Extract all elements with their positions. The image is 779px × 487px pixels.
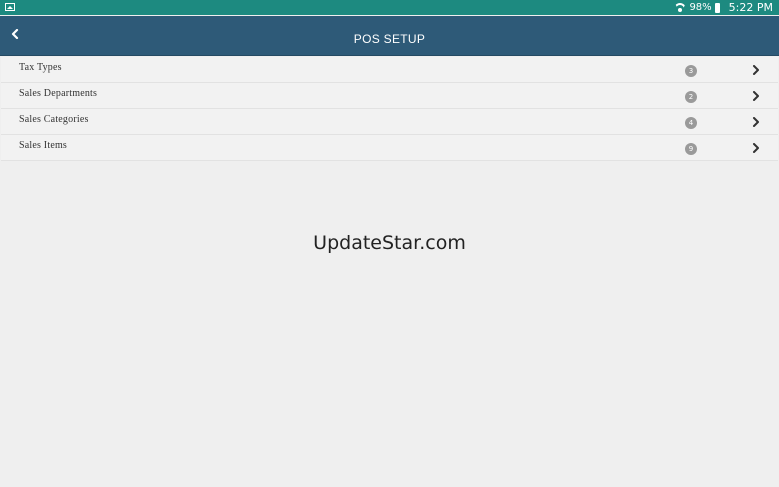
status-indicators: 98% 5:22 PM	[674, 1, 773, 14]
clock: 5:22 PM	[728, 1, 773, 14]
menu-item-tax-types[interactable]: Tax Types 3	[1, 57, 778, 83]
count-badge: 3	[685, 65, 697, 77]
menu-item-sales-items[interactable]: Sales Items 9	[1, 135, 778, 161]
page-title: POS SETUP	[353, 32, 426, 46]
watermark: UpdateStar.com	[313, 232, 466, 254]
menu-item-label: Sales Departments	[19, 88, 98, 99]
status-bar: 98% 5:22 PM	[0, 0, 779, 15]
chevron-right-icon	[753, 143, 759, 153]
pos-setup-menu: Tax Types 3 Sales Departments 2 Sales Ca…	[1, 57, 778, 161]
chevron-right-icon	[753, 65, 759, 75]
chevron-right-icon	[753, 91, 759, 101]
count-badge: 2	[685, 91, 697, 103]
back-button[interactable]	[6, 25, 24, 43]
menu-item-label: Sales Items	[19, 140, 68, 151]
menu-item-sales-categories[interactable]: Sales Categories 4	[1, 109, 778, 135]
battery-percentage: 98%	[689, 2, 712, 13]
menu-item-sales-departments[interactable]: Sales Departments 2	[1, 83, 778, 109]
image-notification-icon	[5, 3, 15, 11]
chevron-right-icon	[753, 117, 759, 127]
count-badge: 4	[685, 117, 697, 129]
menu-item-label: Sales Categories	[19, 114, 89, 125]
app-header: POS SETUP	[0, 16, 779, 56]
battery-icon	[714, 2, 720, 13]
count-badge: 9	[685, 143, 697, 155]
wifi-icon	[674, 3, 686, 13]
menu-item-label: Tax Types	[19, 62, 62, 73]
chevron-left-icon	[11, 29, 19, 39]
